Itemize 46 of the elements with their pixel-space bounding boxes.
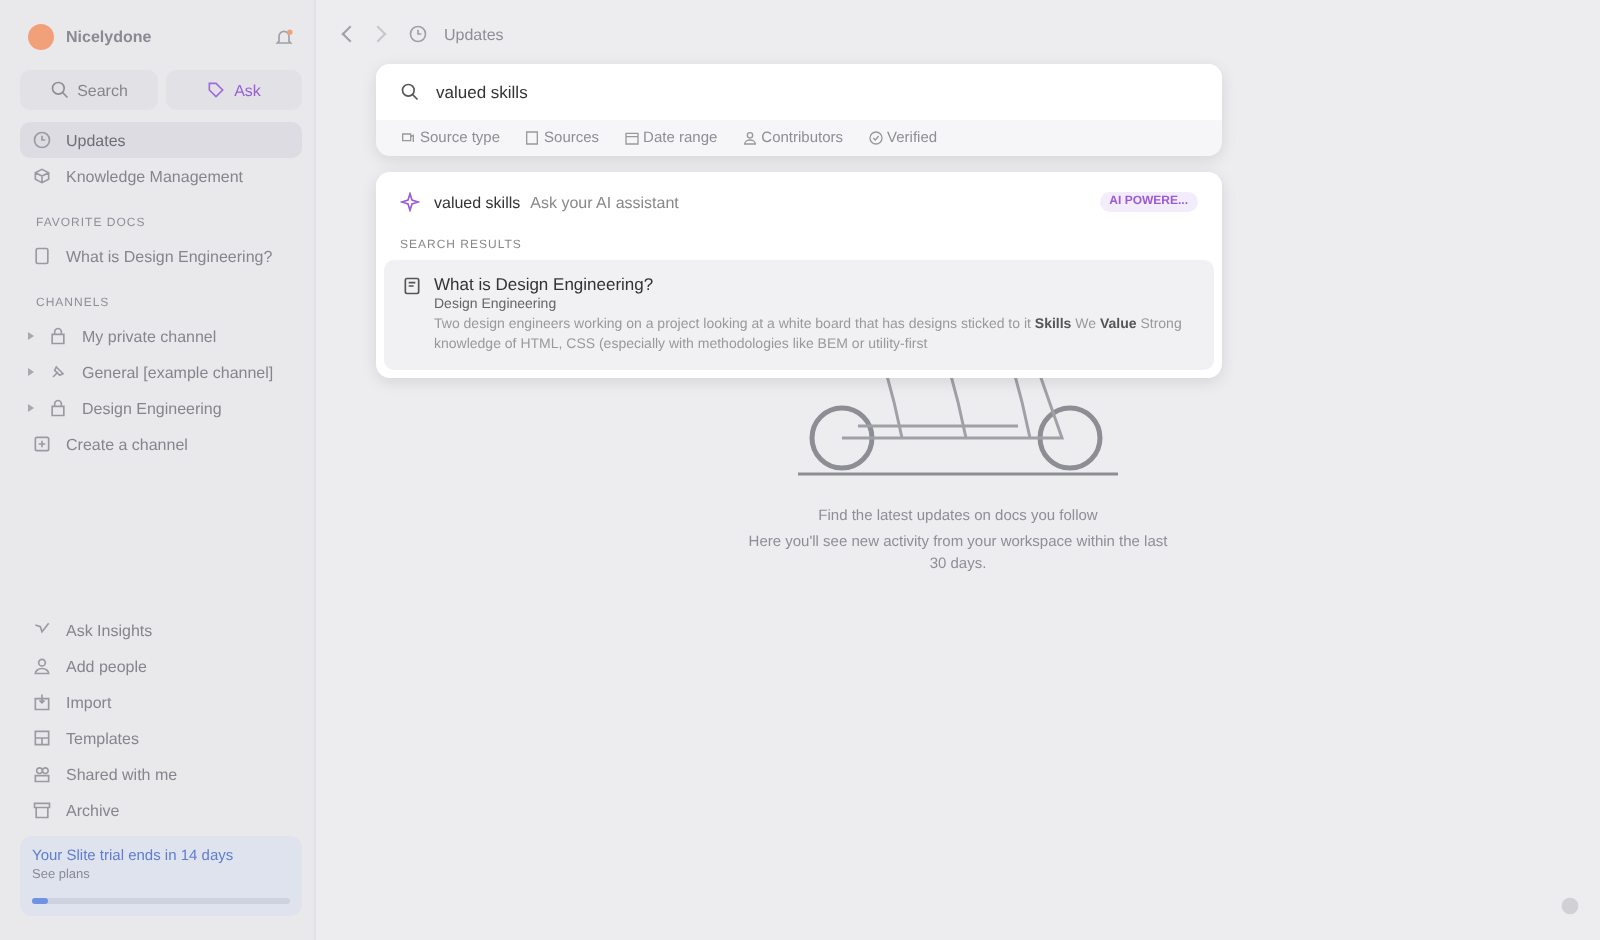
workspace-logo-icon [28,24,54,50]
create-channel-item[interactable]: Create a channel [20,426,302,462]
people-icon [32,764,52,784]
nav-item[interactable]: Updates [20,122,302,158]
sidebar-bottom-item[interactable]: Templates [20,720,302,756]
sidebar-bottom-item[interactable]: Archive [20,792,302,828]
document-icon [524,129,541,145]
search-icon [49,80,70,100]
ai-query-text: valued skills [434,193,521,211]
pin-icon [48,362,68,382]
channel-item[interactable]: My private channel [20,318,302,354]
clock-icon [408,24,428,44]
ai-hint-text: Ask your AI assistant [530,193,681,211]
channel-item[interactable]: General [example channel] [20,354,302,390]
sidebar-bottom-item[interactable]: Shared with me [20,756,302,792]
cube-icon [32,166,52,186]
caret-icon[interactable] [28,404,34,412]
bell-icon[interactable] [274,27,294,47]
templates-icon [32,728,52,748]
search-result[interactable] [384,260,1214,371]
lock-icon [48,398,68,418]
sidebar-top-button[interactable]: Ask [165,70,302,110]
import-icon [32,692,52,712]
plus-square-icon [32,434,52,454]
page-title: Updates [444,25,504,43]
favorite-doc-item[interactable]: What is Design Engineering? [20,238,302,274]
sidebar-bottom-item[interactable]: Add people [20,648,302,684]
archive-icon [32,800,52,820]
workspace-name[interactable]: Nicelydone [66,28,152,46]
nav-item[interactable]: Knowledge Management [20,158,302,194]
caret-icon[interactable] [28,368,34,376]
calendar-icon [623,129,640,145]
caret-icon[interactable] [28,332,34,340]
document-icon [402,276,422,296]
search-field[interactable]: valued skills [376,64,1222,120]
sidebar-top-button[interactable]: Search [20,70,157,110]
lock-icon [48,326,68,346]
clock-icon [32,130,52,150]
person-icon [741,129,758,145]
channel-item[interactable]: Design Engineering [20,390,302,426]
tag-icon [206,80,227,100]
document-icon [32,246,52,266]
person-add-icon [32,656,52,676]
result-title: What is Design Engineering? [434,274,656,294]
sidebar-bottom-item[interactable]: Ask Insights [20,612,302,648]
sidebar-bottom-item[interactable]: Import [20,684,302,720]
